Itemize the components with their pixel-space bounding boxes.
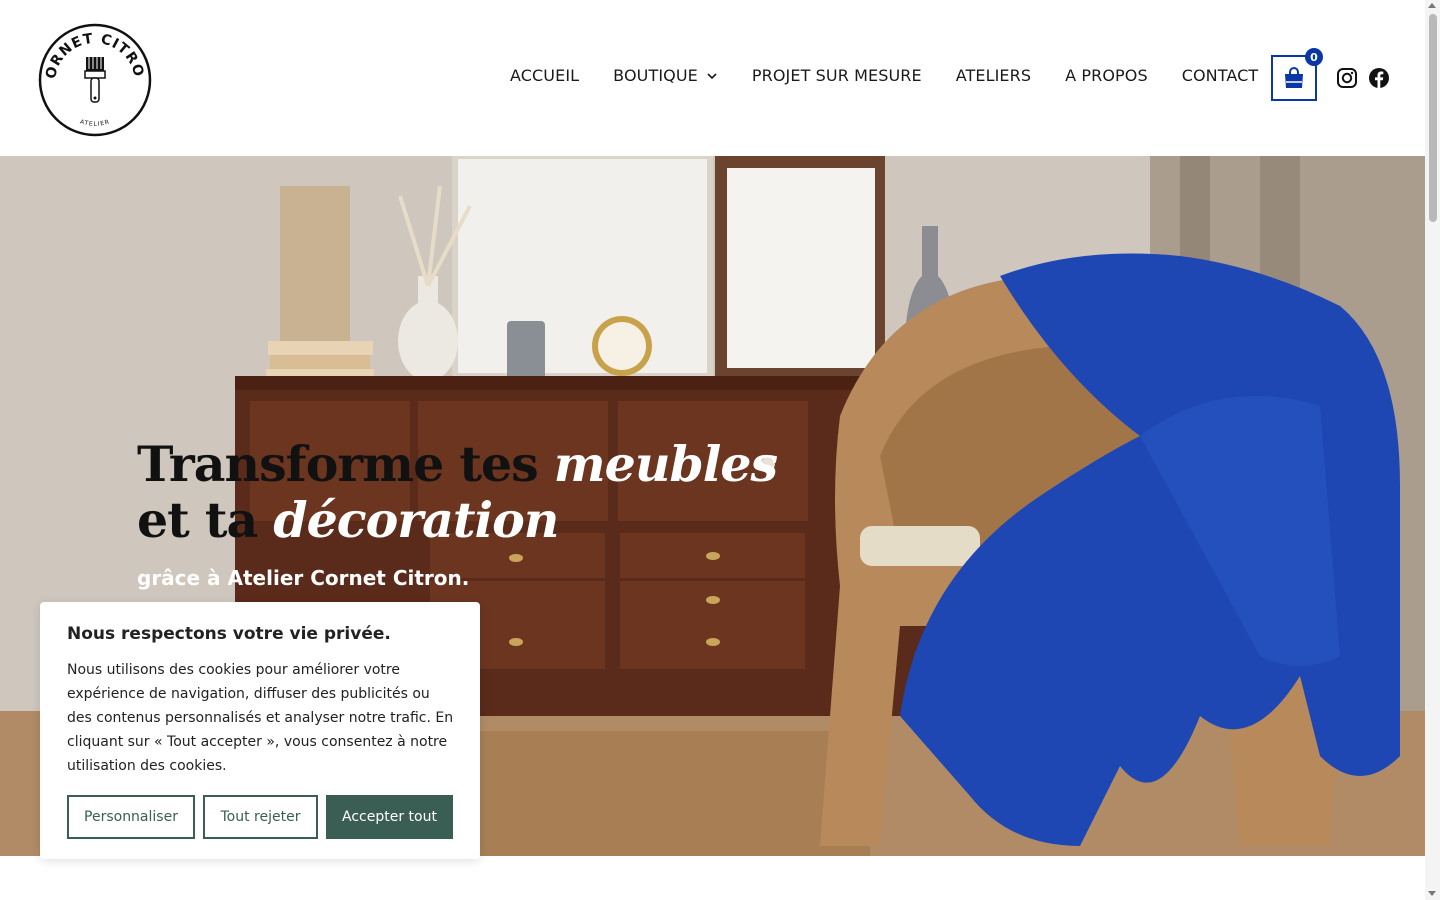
cookie-buttons: Personnaliser Tout rejeter Accepter tout (67, 795, 453, 839)
hero-title-part1: Transforme tes (137, 435, 554, 493)
logo-emblem: CORNET CITRON ATELIER (32, 11, 152, 137)
instagram-link[interactable] (1336, 67, 1358, 89)
cookie-title: Nous respectons votre vie privée. (67, 624, 391, 644)
nav-item-label: ATELIERS (955, 66, 1032, 85)
hero-title-italic1: meubles (553, 435, 778, 493)
shopping-bag-icon (1285, 67, 1303, 88)
instagram-icon (1337, 68, 1357, 88)
facebook-icon (1369, 68, 1389, 88)
scroll-up-arrow-icon[interactable] (1428, 3, 1436, 8)
scrollbar-thumb[interactable] (1429, 14, 1437, 222)
nav-item-label: BOUTIQUE (613, 66, 698, 85)
site-logo[interactable]: CORNET CITRON ATELIER (32, 11, 152, 137)
accept-all-button[interactable]: Accepter tout (326, 795, 453, 839)
hero-subtitle: grâce à Atelier Cornet Citron. (137, 566, 470, 590)
hero-title-italic2: décoration (273, 491, 559, 549)
main-nav: ACCUEIL BOUTIQUE PROJET SUR MESURE ATELI… (510, 66, 1258, 85)
nav-item-accueil[interactable]: ACCUEIL (510, 66, 579, 85)
page-scrollbar[interactable] (1425, 0, 1440, 900)
cookie-consent-banner: Nous respectons votre vie privée. Nous u… (40, 602, 480, 859)
nav-item-label: PROJET SUR MESURE (751, 66, 922, 85)
nav-item-boutique[interactable]: BOUTIQUE (613, 66, 718, 85)
hero-title: Transforme tes meubles et ta décoration (137, 435, 778, 549)
customize-button[interactable]: Personnaliser (67, 795, 195, 839)
nav-item-a-propos[interactable]: A PROPOS (1065, 66, 1148, 85)
nav-item-ateliers[interactable]: ATELIERS (956, 66, 1031, 85)
nav-item-label: ACCUEIL (510, 66, 580, 85)
scroll-down-arrow-icon[interactable] (1428, 891, 1436, 896)
cart-button[interactable]: 0 (1271, 48, 1323, 101)
nav-item-projet-sur-mesure[interactable]: PROJET SUR MESURE (752, 66, 922, 85)
nav-item-label: CONTACT (1181, 66, 1259, 85)
reject-all-button[interactable]: Tout rejeter (203, 795, 318, 839)
cookie-body: Nous utilisons des cookies pour améliore… (67, 662, 454, 774)
site-header: CORNET CITRON ATELIER ACCUEIL BOUTIQUE (0, 0, 1425, 156)
cart-count-badge: 0 (1305, 48, 1323, 66)
facebook-link[interactable] (1368, 67, 1390, 89)
hero-title-part2: et ta (137, 491, 274, 549)
chevron-down-icon (707, 72, 717, 79)
nav-item-label: A PROPOS (1065, 66, 1148, 85)
nav-item-contact[interactable]: CONTACT (1182, 66, 1259, 85)
